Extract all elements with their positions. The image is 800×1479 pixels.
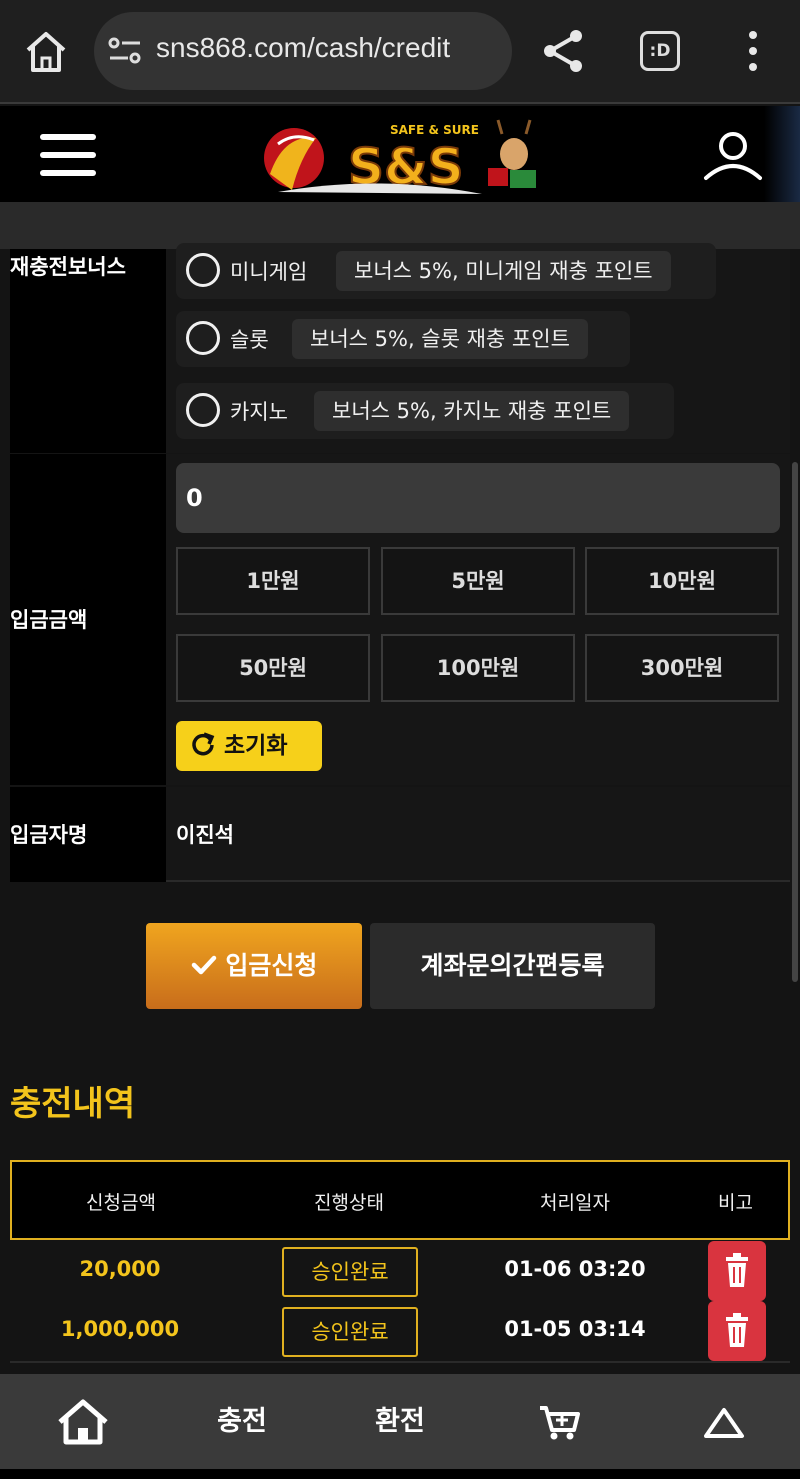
option-tag: 보너스 5%, 카지노 재충 포인트 (314, 391, 630, 431)
nav-charge[interactable]: 충전 (200, 1374, 284, 1469)
cart-icon (540, 1406, 580, 1440)
more-options-icon[interactable] (742, 28, 764, 74)
nav-charge-label: 충전 (217, 1406, 267, 1437)
radio-slot[interactable] (186, 321, 220, 355)
logo-tagline: SAFE & SURE (390, 123, 479, 137)
column-header: 신청금액 (86, 1192, 156, 1214)
history-row: 20,000 승인완료 01-06 03:20 (10, 1241, 790, 1301)
amount-button-1m[interactable]: 100만원 (381, 634, 575, 702)
history-row: 1,000,000 승인완료 01-05 03:14 (10, 1301, 790, 1361)
address-bar[interactable]: sns868.com/cash/credit (94, 12, 512, 90)
history-amount: 1,000,000 (60, 1317, 180, 1341)
depositor-value: 이진석 (176, 823, 234, 847)
amount-label-cell: 입금금액 (10, 454, 166, 785)
amount-button-50k[interactable]: 5만원 (381, 547, 575, 615)
check-icon (191, 955, 216, 975)
site-logo[interactable]: SAFE & SURE S&S (258, 114, 542, 198)
tab-switcher-button[interactable]: :D (640, 31, 680, 71)
depositor-label-cell: 입금자명 (10, 787, 166, 882)
history-date: 01-05 03:14 (504, 1317, 646, 1341)
account-inquiry-button[interactable]: 계좌문의간편등록 (370, 923, 655, 1009)
reset-label: 초기화 (224, 733, 288, 759)
sub-header-strip (0, 202, 800, 249)
delete-button[interactable] (708, 1301, 766, 1361)
bonus-label-cell: 재충전보너스 (10, 249, 166, 453)
trash-icon (726, 1253, 748, 1287)
share-icon[interactable] (540, 28, 586, 74)
history-date: 01-06 03:20 (504, 1257, 646, 1281)
amount-label: 입금금액 (10, 608, 88, 632)
nav-exchange[interactable]: 환전 (358, 1374, 442, 1469)
arrow-up-icon (704, 1408, 744, 1438)
nav-home[interactable] (52, 1374, 114, 1469)
amount-button-100k[interactable]: 10만원 (585, 547, 779, 615)
history-amount: 20,000 (79, 1257, 161, 1281)
history-status: 승인완료 (282, 1247, 418, 1297)
bonus-options-cell: 미니게임 보너스 5%, 미니게임 재충 포인트 슬롯 보너스 5%, 슬롯 재… (166, 243, 790, 453)
column-header: 처리일자 (540, 1192, 610, 1214)
option-name: 미니게임 (230, 260, 308, 284)
depositor-cell: 이진석 (166, 787, 790, 882)
nav-exchange-label: 환전 (375, 1406, 425, 1437)
site-header: SAFE & SURE S&S (0, 106, 800, 202)
deposit-request-label: 입금신청 (225, 951, 318, 980)
bottom-edge (0, 1469, 800, 1479)
reset-button[interactable]: 초기화 (176, 721, 322, 771)
trash-icon (726, 1313, 748, 1347)
refresh-icon (192, 732, 215, 756)
nav-scroll-top[interactable] (700, 1374, 748, 1469)
bonus-option-minigame[interactable]: 미니게임 보너스 5%, 미니게임 재충 포인트 (176, 243, 716, 299)
table-divider (10, 1361, 790, 1363)
option-tag: 보너스 5%, 미니게임 재충 포인트 (336, 251, 671, 291)
option-name: 슬롯 (230, 328, 269, 352)
bonus-option-slot[interactable]: 슬롯 보너스 5%, 슬롯 재충 포인트 (176, 311, 630, 367)
depositor-label: 입금자명 (10, 823, 88, 847)
history-title: 충전내역 (10, 1084, 136, 1124)
home-icon (58, 1399, 108, 1445)
history-status: 승인완료 (282, 1307, 418, 1357)
option-name: 카지노 (230, 400, 288, 424)
browser-toolbar: sns868.com/cash/credit :D (0, 0, 800, 104)
history-table-header: 신청금액 진행상태 처리일자 비고 (10, 1160, 790, 1240)
radio-casino[interactable] (186, 393, 220, 427)
column-header: 진행상태 (314, 1192, 384, 1214)
site-settings-icon[interactable] (108, 36, 142, 66)
scrollbar[interactable] (792, 462, 798, 982)
amount-button-3m[interactable]: 300만원 (585, 634, 779, 702)
header-decoration (764, 106, 800, 202)
radio-minigame[interactable] (186, 253, 220, 287)
user-icon[interactable] (702, 128, 764, 184)
bonus-option-casino[interactable]: 카지노 보너스 5%, 카지노 재충 포인트 (176, 383, 674, 439)
hamburger-menu-icon[interactable] (40, 134, 96, 178)
column-header: 비고 (718, 1192, 753, 1214)
deposit-request-button[interactable]: 입금신청 (146, 923, 362, 1009)
bottom-navigation: 충전 환전 (0, 1374, 800, 1479)
option-tag: 보너스 5%, 슬롯 재충 포인트 (292, 319, 588, 359)
amount-button-500k[interactable]: 50만원 (176, 634, 370, 702)
home-icon[interactable] (20, 26, 72, 78)
bonus-label: 재충전보너스 (10, 255, 126, 279)
delete-button[interactable] (708, 1241, 766, 1301)
nav-cart[interactable] (536, 1374, 582, 1469)
amount-input[interactable] (176, 463, 780, 533)
amount-button-10k[interactable]: 1만원 (176, 547, 370, 615)
url-text: sns868.com/cash/credit (156, 32, 451, 63)
